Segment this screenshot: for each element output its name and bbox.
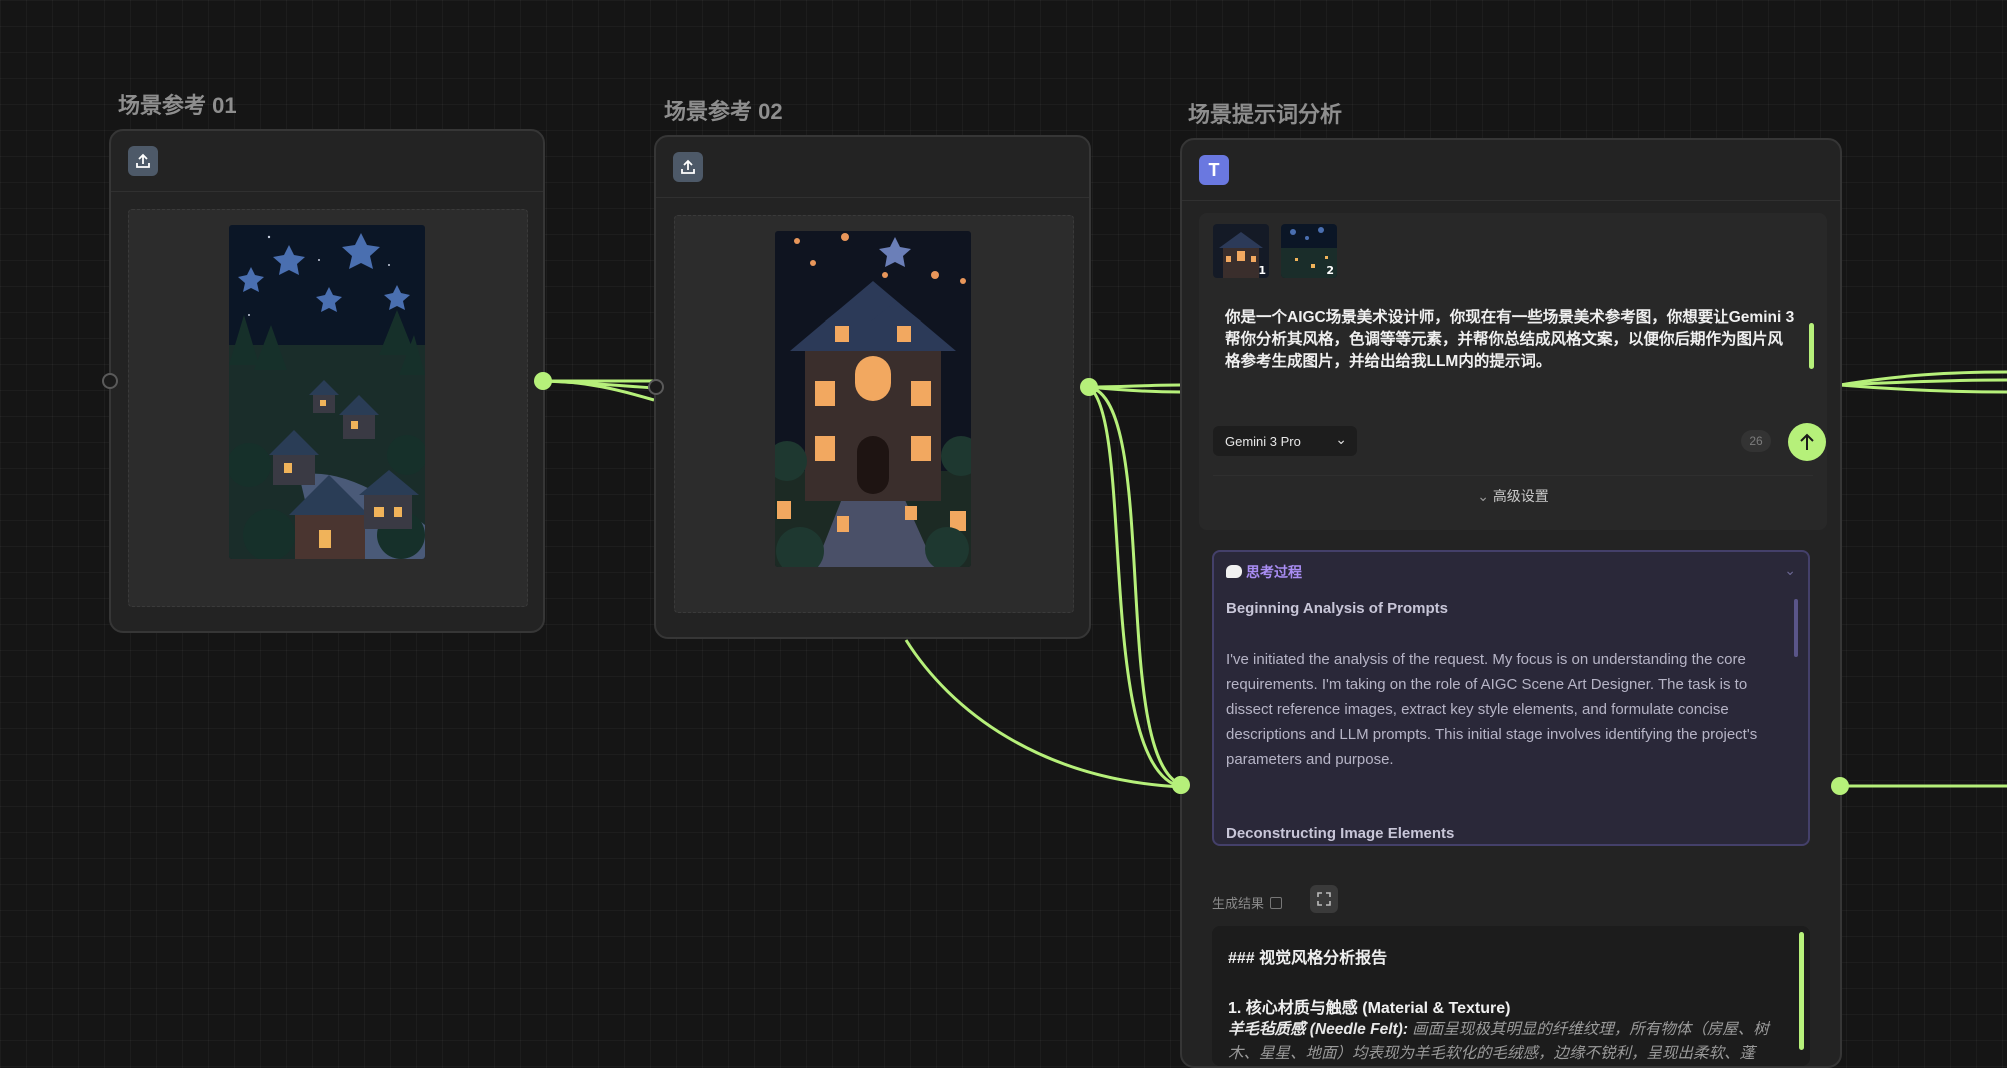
thinking-label: 思考过程 bbox=[1246, 564, 1302, 580]
node-title-ref2: 场景参考 02 bbox=[664, 99, 783, 124]
token-count-badge: 26 bbox=[1741, 430, 1771, 452]
send-button[interactable] bbox=[1788, 423, 1826, 461]
copy-icon[interactable] bbox=[1270, 897, 1283, 909]
attachment-thumb[interactable]: 2 bbox=[1281, 224, 1337, 278]
input-port[interactable] bbox=[648, 379, 664, 395]
result-scrollbar[interactable] bbox=[1799, 932, 1804, 1050]
attachment-index: 2 bbox=[1326, 264, 1334, 277]
upload-icon bbox=[681, 159, 695, 174]
node-scene-ref-01[interactable] bbox=[109, 129, 545, 633]
advanced-settings-toggle[interactable]: ⌄ 高级设置 bbox=[1213, 475, 1813, 516]
result-subheading: 1. 核心材质与触感 (Material & Texture) bbox=[1228, 1000, 1511, 1017]
thinking-scrollbar[interactable] bbox=[1794, 599, 1798, 657]
chevron-down-icon: ⌄ bbox=[1335, 431, 1347, 447]
prompt-composer: 1 2 你是一个AIGC场景美术设计师，你现在有一些场景美术参考图，你想要让Ge… bbox=[1199, 213, 1827, 530]
output-port[interactable] bbox=[534, 372, 552, 390]
thinking-panel[interactable]: 思考过程 ⌄ Beginning Analysis of Prompts I'v… bbox=[1212, 550, 1810, 846]
advanced-settings-label: 高级设置 bbox=[1492, 488, 1549, 504]
thinking-header[interactable]: 思考过程 bbox=[1226, 562, 1302, 582]
house-image bbox=[775, 231, 971, 567]
output-port[interactable] bbox=[1831, 777, 1849, 795]
thinking-heading: Beginning Analysis of Prompts bbox=[1226, 600, 1448, 617]
node-title-analysis: 场景提示词分析 bbox=[1188, 102, 1343, 127]
node-prompt-analysis[interactable]: T 1 2 你是一个AIGC场景美术设计师，你现在有一些场景美术参考图，你想要让… bbox=[1180, 138, 1842, 1068]
result-term: 羊毛毡质感 (Needle Felt): bbox=[1228, 1021, 1408, 1038]
thinking-heading: Deconstructing Image Elements bbox=[1226, 825, 1455, 842]
chevron-down-icon: ⌄ bbox=[1477, 488, 1493, 504]
expand-icon bbox=[1317, 892, 1331, 906]
image-slot[interactable] bbox=[128, 209, 528, 607]
node-header bbox=[656, 137, 1089, 198]
thought-bubble-icon bbox=[1226, 565, 1242, 578]
node-header bbox=[111, 131, 543, 192]
result-text: 羊毛毡质感 (Needle Felt): 画面呈现极其明显的纤维纹理，所有物体（… bbox=[1228, 1018, 1788, 1066]
result-heading: ### 视觉风格分析报告 bbox=[1228, 950, 1388, 967]
input-port[interactable] bbox=[102, 373, 118, 389]
attachment-thumb[interactable]: 1 bbox=[1213, 224, 1269, 278]
arrow-up-icon bbox=[1800, 433, 1814, 450]
node-title-ref1: 场景参考 01 bbox=[118, 93, 237, 118]
node-scene-ref-02[interactable] bbox=[654, 135, 1091, 639]
upload-icon bbox=[136, 153, 150, 168]
image-slot[interactable] bbox=[674, 215, 1074, 613]
prompt-text[interactable]: 你是一个AIGC场景美术设计师，你现在有一些场景美术参考图，你想要让Gemini… bbox=[1225, 307, 1795, 373]
upload-button[interactable] bbox=[673, 152, 703, 182]
node-header: T bbox=[1182, 140, 1840, 201]
thinking-paragraph: I've initiated the analysis of the reque… bbox=[1226, 651, 1758, 768]
chevron-down-icon[interactable]: ⌄ bbox=[1784, 562, 1796, 579]
result-output[interactable]: ### 视觉风格分析报告 1. 核心材质与触感 (Material & Text… bbox=[1212, 926, 1810, 1066]
upload-button[interactable] bbox=[128, 146, 158, 176]
input-port[interactable] bbox=[1172, 776, 1190, 794]
model-select[interactable]: Gemini 3 Pro ⌄ bbox=[1213, 426, 1357, 456]
prompt-scrollbar[interactable] bbox=[1809, 323, 1814, 369]
result-label-row: 生成结果 bbox=[1212, 893, 1283, 912]
expand-button[interactable] bbox=[1310, 885, 1338, 913]
output-port[interactable] bbox=[1080, 378, 1098, 396]
village-image bbox=[229, 225, 425, 559]
result-label: 生成结果 bbox=[1212, 896, 1265, 911]
text-node-icon: T bbox=[1199, 155, 1229, 185]
attachment-index: 1 bbox=[1258, 264, 1266, 277]
model-select-value: Gemini 3 Pro bbox=[1225, 434, 1301, 449]
